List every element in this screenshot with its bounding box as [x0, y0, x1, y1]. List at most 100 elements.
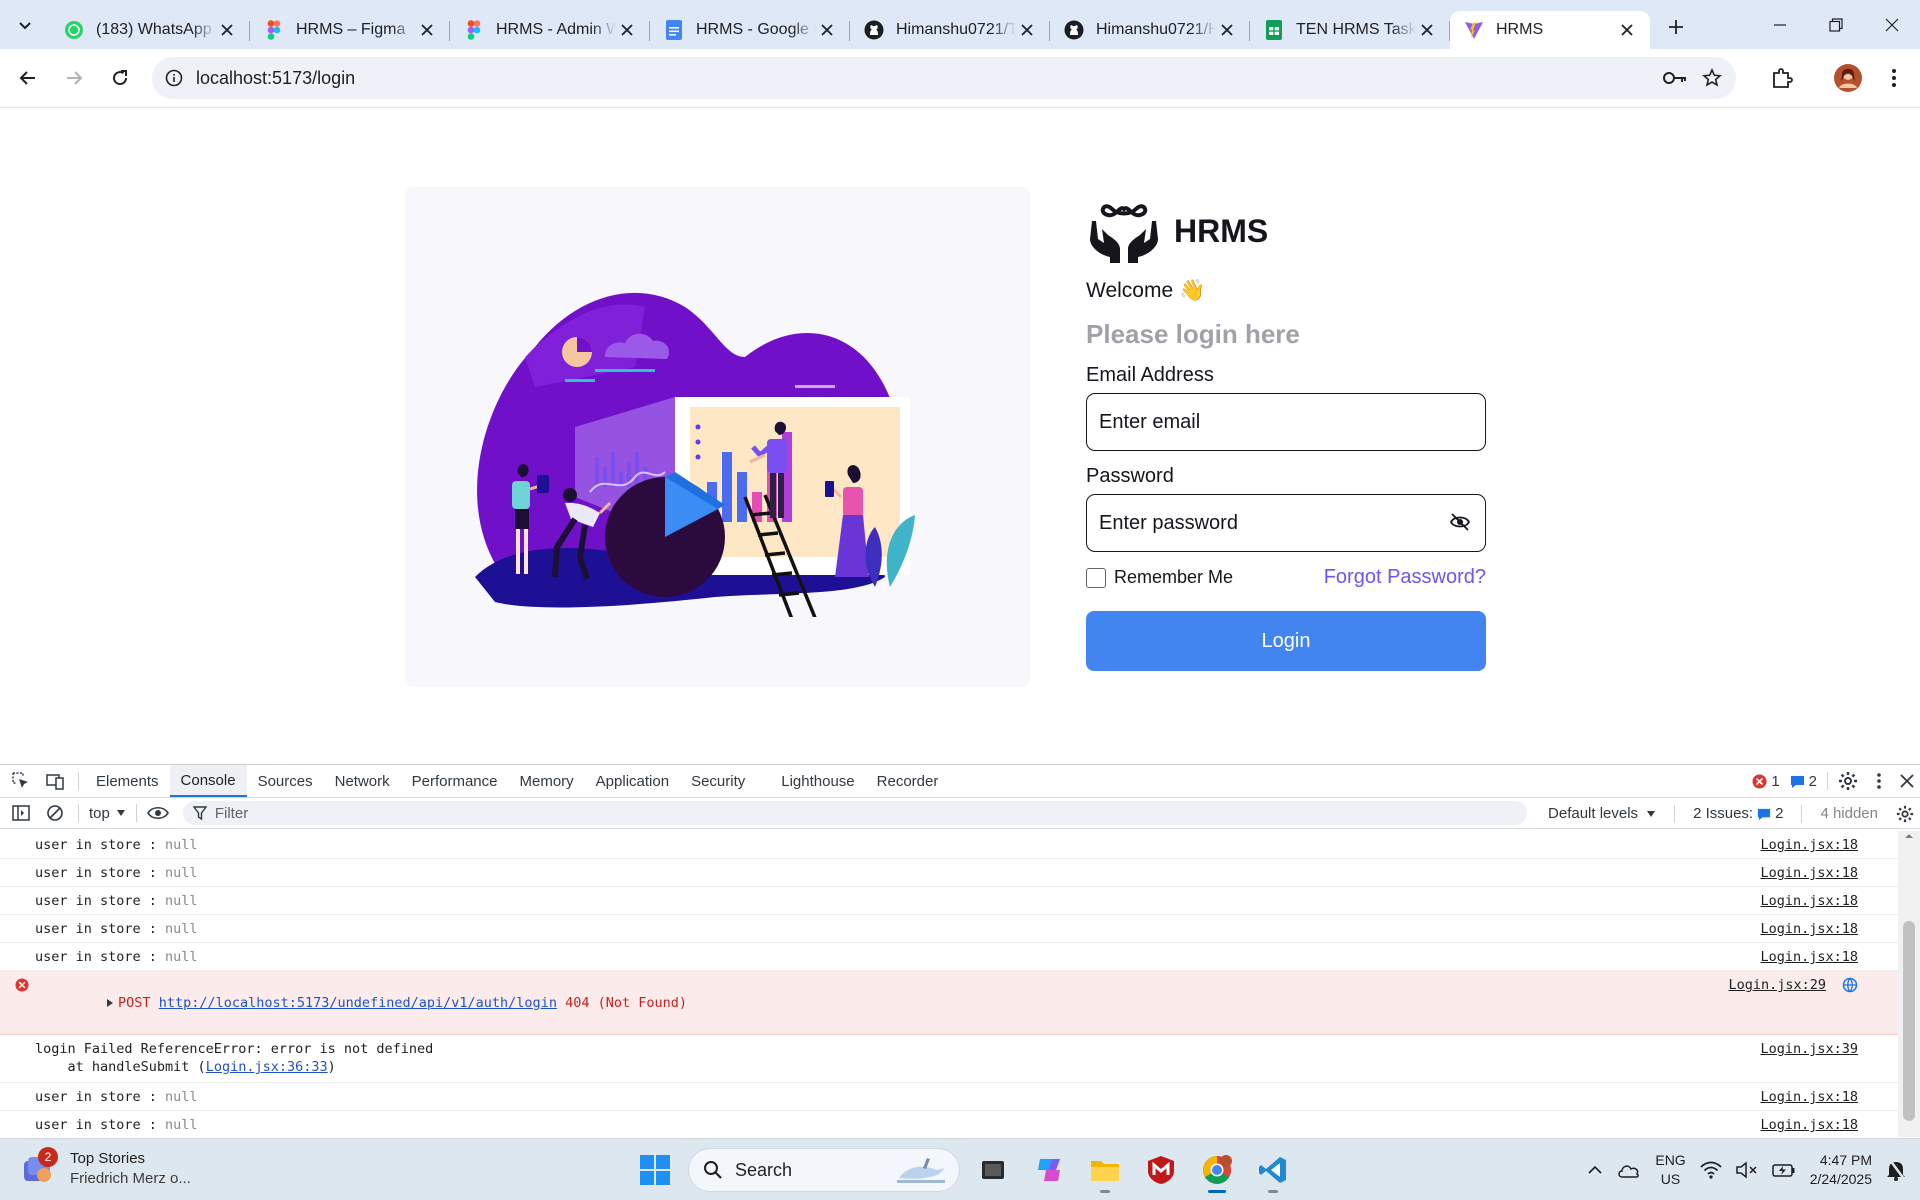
close-icon[interactable] — [816, 19, 838, 41]
source-link[interactable]: Login.jsx:18 — [1760, 920, 1858, 938]
remember-checkbox[interactable] — [1086, 567, 1106, 588]
close-window-button[interactable] — [1864, 0, 1920, 49]
live-expression-eye-icon[interactable] — [141, 797, 175, 829]
devtools-tab-performance[interactable]: Performance — [401, 765, 509, 797]
site-info-icon[interactable] — [152, 69, 196, 87]
devtools-tab-memory[interactable]: Memory — [509, 765, 585, 797]
tab-hrms-active[interactable]: HRMS — [1450, 11, 1650, 49]
forgot-password-link[interactable]: Forgot Password? — [1324, 566, 1486, 589]
whatsapp-icon — [64, 20, 84, 40]
tab-figma-admin[interactable]: HRMS - Admin W — [450, 11, 650, 49]
news-title: Top Stories — [70, 1150, 146, 1167]
error-url-link[interactable]: http://localhost:5173/undefined/api/v1/a… — [159, 995, 557, 1011]
forward-button[interactable] — [54, 58, 94, 98]
chevron-up-icon[interactable] — [1587, 1165, 1603, 1175]
tab-figma[interactable]: HRMS – Figma — [250, 11, 450, 49]
eye-off-icon[interactable] — [1449, 513, 1471, 531]
message-counter[interactable]: 2 — [1790, 773, 1817, 790]
tab-google-sheets[interactable]: TEN HRMS Task — [1250, 11, 1450, 49]
close-devtools-icon[interactable] — [1900, 774, 1914, 788]
close-icon[interactable] — [416, 19, 438, 41]
more-vert-icon[interactable] — [1876, 772, 1882, 790]
chrome-app[interactable] — [1194, 1147, 1240, 1193]
console-filter-input[interactable]: Filter — [182, 801, 1527, 825]
password-key-icon[interactable] — [1662, 70, 1688, 86]
devtools-tab-console[interactable]: Console — [169, 765, 247, 797]
file-explorer-app[interactable] — [1082, 1147, 1128, 1193]
tab-google-docs[interactable]: HRMS - Google D — [650, 11, 850, 49]
start-button[interactable] — [632, 1147, 678, 1193]
battery-icon[interactable] — [1771, 1162, 1796, 1178]
restore-button[interactable] — [1808, 0, 1864, 49]
minimize-button[interactable] — [1752, 0, 1808, 49]
sidebar-toggle-icon[interactable] — [4, 797, 38, 829]
back-button[interactable] — [8, 58, 48, 98]
source-link[interactable]: Login.jsx:18 — [1760, 836, 1858, 854]
remember-me[interactable]: Remember Me — [1086, 567, 1233, 588]
task-view-button[interactable] — [970, 1147, 1016, 1193]
settings-gear-icon[interactable] — [1838, 771, 1858, 791]
reload-button[interactable] — [100, 58, 140, 98]
close-icon[interactable] — [1416, 19, 1438, 41]
chevron-down-icon — [19, 21, 31, 29]
source-link[interactable]: Login.jsx:18 — [1760, 892, 1858, 910]
mcafee-app[interactable] — [1138, 1147, 1184, 1193]
source-link[interactable]: Login.jsx:29 — [1728, 976, 1826, 994]
tab-whatsapp[interactable]: (183) WhatsApp — [50, 11, 250, 49]
devtools-tab-security[interactable]: Security — [680, 765, 756, 797]
issues-button[interactable]: 2 Issues: 2 — [1693, 805, 1783, 822]
scrollbar-thumb[interactable] — [1903, 921, 1915, 1121]
volume-muted-icon[interactable] — [1735, 1161, 1758, 1179]
close-icon[interactable] — [1016, 19, 1038, 41]
tab-search-button[interactable] — [0, 0, 50, 49]
source-link[interactable]: Login.jsx:18 — [1760, 1116, 1858, 1134]
console-error-row[interactable]: POST http://localhost:5173/undefined/api… — [0, 971, 1898, 1035]
devtools-tab-elements[interactable]: Elements — [85, 765, 170, 797]
bookmark-star-icon[interactable] — [1702, 68, 1722, 88]
password-field[interactable]: Enter password — [1086, 494, 1486, 552]
log-levels-dropdown[interactable]: Default levels — [1548, 805, 1656, 822]
stack-link[interactable]: Login.jsx:36:33 — [206, 1059, 328, 1075]
tab-github-1[interactable]: Himanshu0721/T — [850, 11, 1050, 49]
devtools-tab-application[interactable]: Application — [585, 765, 680, 797]
devtools-tab-lighthouse[interactable]: Lighthouse — [770, 765, 865, 797]
close-icon[interactable] — [1616, 19, 1638, 41]
source-link[interactable]: Login.jsx:18 — [1760, 1088, 1858, 1106]
browser-menu-button[interactable] — [1874, 58, 1914, 98]
error-counter[interactable]: 1 — [1752, 773, 1780, 790]
notification-bell-icon[interactable] — [1886, 1159, 1906, 1181]
news-widget[interactable]: 2 Top Stories Friedrich Merz o... — [20, 1147, 191, 1189]
inspect-element-icon[interactable] — [4, 765, 38, 797]
device-toolbar-icon[interactable] — [38, 765, 72, 797]
wifi-icon[interactable] — [1700, 1161, 1722, 1179]
devtools-tab-recorder[interactable]: Recorder — [866, 765, 950, 797]
close-icon[interactable] — [216, 19, 238, 41]
close-icon[interactable] — [616, 19, 638, 41]
onedrive-cloud-icon[interactable] — [1617, 1162, 1641, 1178]
profile-avatar[interactable] — [1828, 58, 1868, 98]
taskbar-search-box[interactable]: Search — [688, 1148, 960, 1192]
address-bar[interactable]: localhost:5173/login — [152, 57, 1736, 99]
remember-label: Remember Me — [1114, 567, 1234, 587]
log-label: user in store : — [35, 837, 166, 853]
copilot-app[interactable] — [1026, 1147, 1072, 1193]
close-icon[interactable] — [1216, 19, 1238, 41]
context-selector[interactable]: top — [79, 798, 136, 829]
email-field[interactable]: Enter email — [1086, 393, 1486, 451]
devtools-tab-sources[interactable]: Sources — [247, 765, 324, 797]
console-scrollbar[interactable] — [1898, 831, 1920, 1137]
clear-console-icon[interactable] — [38, 797, 72, 829]
source-link[interactable]: Login.jsx:18 — [1760, 864, 1858, 882]
language-indicator[interactable]: ENG US — [1655, 1151, 1685, 1189]
new-tab-button[interactable] — [1656, 7, 1696, 47]
clock[interactable]: 4:47 PM 2/24/2025 — [1810, 1151, 1872, 1189]
login-button[interactable]: Login — [1086, 611, 1486, 671]
source-link[interactable]: Login.jsx:39 — [1760, 1040, 1858, 1058]
source-link[interactable]: Login.jsx:18 — [1760, 948, 1858, 966]
vscode-app[interactable] — [1250, 1147, 1296, 1193]
devtools-tab-network[interactable]: Network — [324, 765, 401, 797]
extensions-button[interactable] — [1762, 58, 1802, 98]
network-request-icon[interactable] — [1842, 977, 1858, 993]
console-settings-gear-icon[interactable] — [1896, 805, 1914, 823]
tab-github-2[interactable]: Himanshu0721/H — [1050, 11, 1250, 49]
